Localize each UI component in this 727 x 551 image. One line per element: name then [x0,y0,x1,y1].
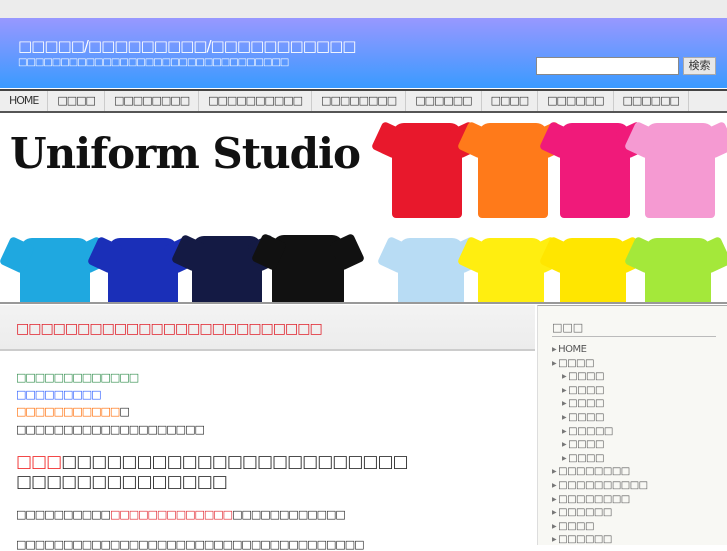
main-content: □□□□□□□□□□□□□□□□□□□□□□□□□ □□□□□□□□□□□□□ … [0,305,535,551]
nav-item-5[interactable]: □□□□□□ [406,91,482,111]
para1-b: □□□□□□□□□□□□ [232,508,346,521]
intro-line-green: □□□□□□□□□□□□□ [16,371,139,384]
nav-item-1[interactable]: □□□□ [48,91,105,111]
search-input[interactable] [536,57,679,75]
site-description: □□□□□□□□□□□□□□□□□□□□□□□□□□□□□□□□ [18,57,289,68]
tshirt-lightblue [398,238,464,302]
intro-line-black: □□□□□□□□□□□□□□□□□□□□ [16,423,205,436]
sidebar-item[interactable]: □□□□□□□□ [552,493,648,507]
nav-item-7[interactable]: □□□□□□ [538,91,614,111]
heading-rest: □□□□□□□□□□□□□□□□□□□□□□□ [61,452,408,472]
nav-item-6[interactable]: □□□□ [482,91,539,111]
sidebar-item[interactable]: □□□□□□□□□□ [552,479,648,493]
tshirt-orange [478,123,548,218]
intro-line-blue: □□□□□□□□□ [16,388,102,401]
tshirt-red [392,123,462,218]
banner-logo: Uniform Studio [10,129,361,178]
sidebar: □□□ HOME□□□□□□□□□□□□□□□□□□□□□□□□□□□□□□□□… [537,305,727,545]
tshirt-yellow [478,238,544,302]
tshirt-blue [108,238,178,302]
search-button[interactable]: 検索 [683,57,716,75]
sidebar-item[interactable]: □□□□ [552,520,648,534]
intro-orange-suffix: □ [119,405,129,418]
tshirt-yellow-2 [560,238,626,302]
banner-image: Uniform Studio [0,113,727,304]
sidebar-divider [552,336,716,337]
para1-a: □□□□□□□□□□ [16,508,111,521]
sidebar-item[interactable]: □□□□ [552,397,648,411]
sidebar-item[interactable]: □□□□□□ [552,506,648,520]
sidebar-item[interactable]: □□□□ [552,384,648,398]
nav-item-4[interactable]: □□□□□□□□ [312,91,407,111]
tshirt-lime [645,238,711,302]
sidebar-item[interactable]: □□□□ [552,452,648,466]
tshirt-cyan [20,238,90,302]
section-heading: □□□□□□□□□□□□□□□□□□□□□□□□□□ [16,452,409,472]
sidebar-heading: □□□ [552,321,584,334]
intro-line-orange: □□□□□□□□□□□□ [16,405,130,418]
intro-orange-text: □□□□□□□□□□□ [16,405,120,418]
sidebar-item[interactable]: □□□□ [552,438,648,452]
sidebar-menu: HOME□□□□□□□□□□□□□□□□□□□□□□□□□□□□□□□□□□□□… [552,343,648,547]
sidebar-item[interactable]: □□□□ [552,411,648,425]
site-header: □□□□□/□□□□□□□□□/□□□□□□□□□□□ □□□□□□□□□□□□… [0,18,727,88]
sidebar-item[interactable]: □□□□ [552,357,648,371]
nav-item-2[interactable]: □□□□□□□□ [105,91,200,111]
sidebar-item[interactable]: □□□□□□□□ [552,465,648,479]
site-title[interactable]: □□□□□/□□□□□□□□□/□□□□□□□□□□□ [18,37,356,55]
nav-bar: HOME □□□□ □□□□□□□□ □□□□□□□□□□ □□□□□□□□ □□□□□□… [0,89,727,113]
heading-red: □□□ [16,452,62,472]
tshirt-navy [192,236,262,302]
section-heading-line2: □□□□□□□□□□□□□□ [16,472,228,492]
nav-item-0[interactable]: HOME [0,91,49,111]
para1-red: □□□□□□□□□□□□□ [109,508,233,521]
tshirt-pink [645,123,715,218]
tshirt-magenta [560,123,630,218]
page-title: □□□□□□□□□□□□□□□□□□□□□□□□□ [16,321,323,337]
sidebar-item[interactable]: □□□□□ [552,425,648,439]
nav-item-3[interactable]: □□□□□□□□□□ [199,91,313,111]
top-strip [0,0,727,18]
paragraph-1: □□□□□□□□□□□□□□□□□□□□□□□□□□□□□□□□□□□ [16,508,346,521]
nav-item-8[interactable]: □□□□□□ [614,91,689,111]
sidebar-item[interactable]: HOME [552,343,648,357]
sidebar-item[interactable]: □□□□ [552,370,648,384]
tshirt-black [272,235,344,302]
